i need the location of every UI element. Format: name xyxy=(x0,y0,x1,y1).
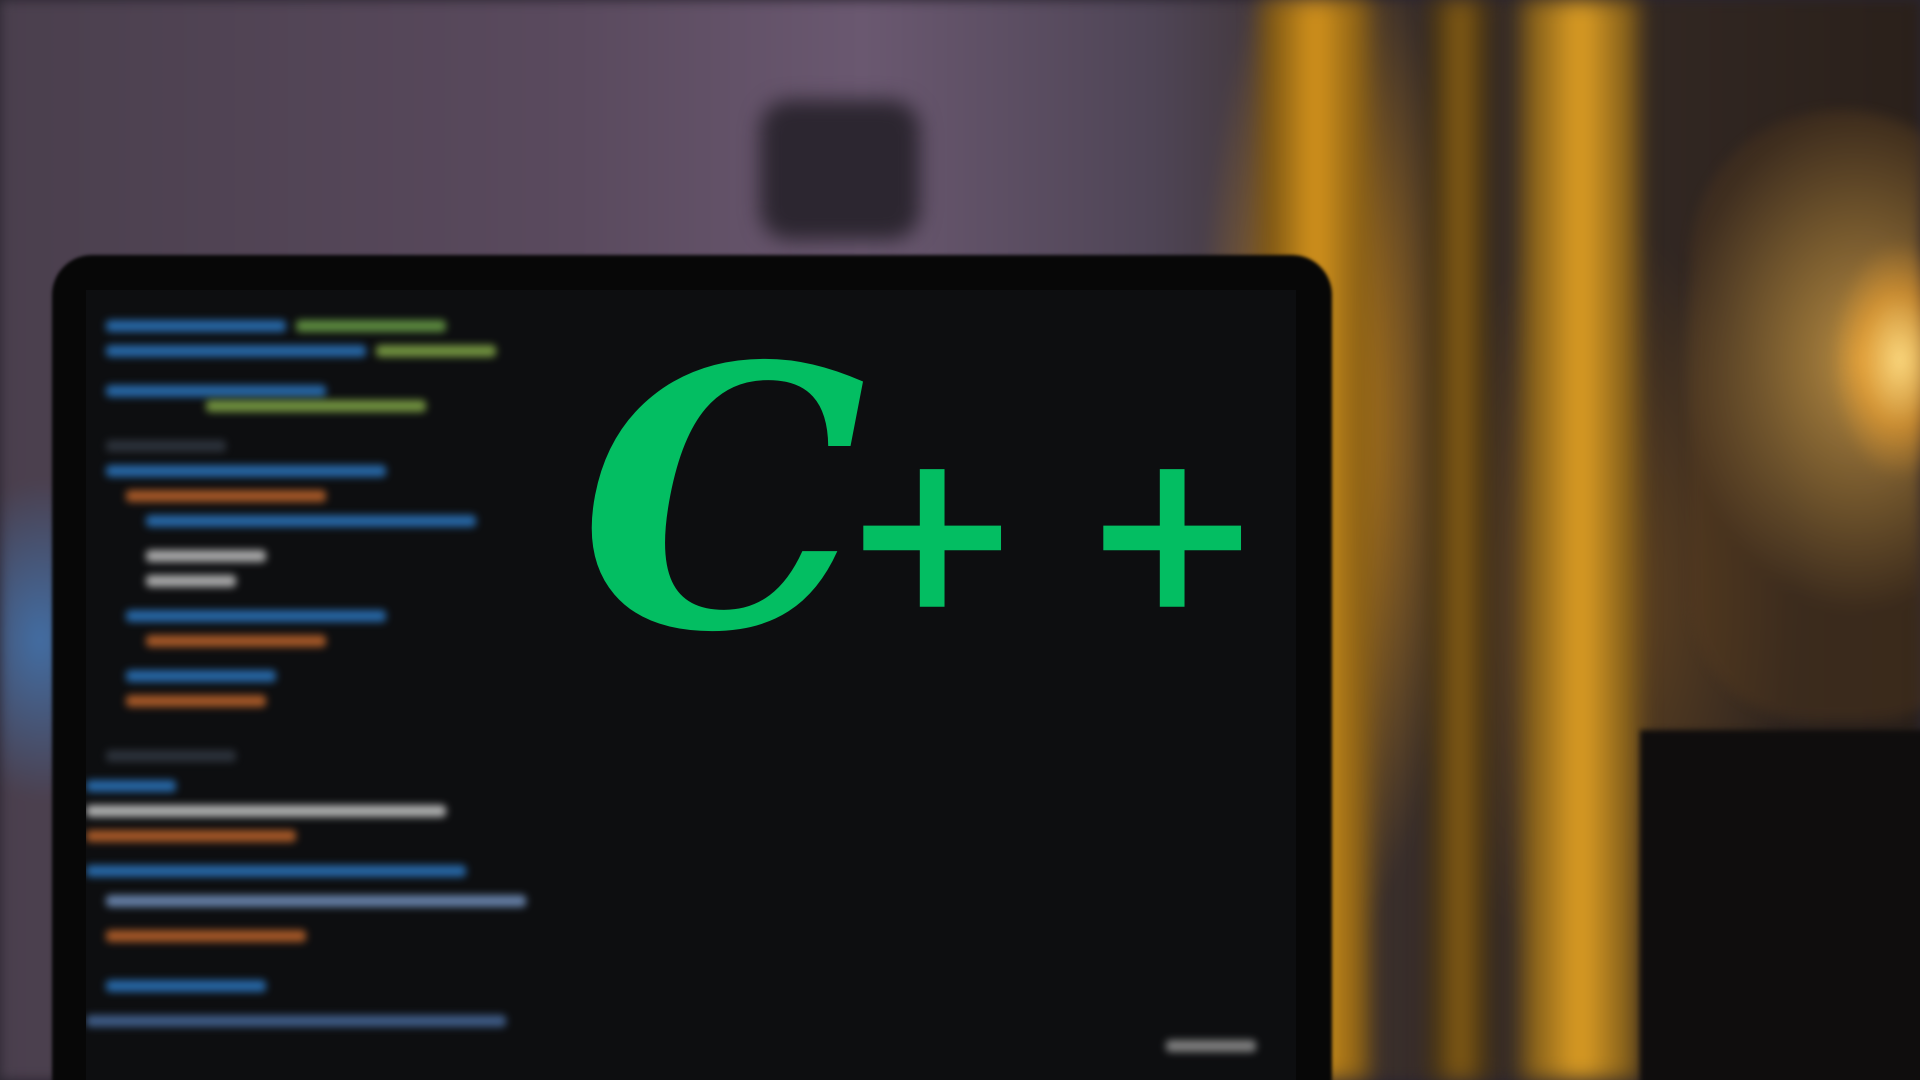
code-line xyxy=(86,805,446,817)
code-line xyxy=(106,320,286,332)
code-line xyxy=(206,400,426,412)
code-line xyxy=(86,830,296,842)
code-line xyxy=(146,550,266,562)
code-line xyxy=(106,895,526,907)
code-line xyxy=(126,670,276,682)
window-frame-shadow xyxy=(1430,0,1490,1080)
logo-letter-c: C xyxy=(580,288,867,711)
code-line xyxy=(296,320,446,332)
code-line xyxy=(106,345,366,357)
logo-plus-1: + xyxy=(840,400,1025,659)
code-line xyxy=(126,610,386,622)
code-line xyxy=(126,695,266,707)
code-line xyxy=(126,490,326,502)
background-shape xyxy=(760,100,920,240)
code-line xyxy=(1166,1040,1256,1052)
code-line xyxy=(86,780,176,792)
code-line xyxy=(106,465,386,477)
light-bulb xyxy=(1690,110,1920,720)
lamp-base xyxy=(1640,730,1920,1080)
photo-scene: C + + xyxy=(0,0,1920,1080)
code-line xyxy=(106,980,266,992)
code-line xyxy=(106,385,326,397)
code-line xyxy=(146,575,236,587)
cpp-logo: C + + xyxy=(580,320,1280,700)
code-line xyxy=(106,930,306,942)
code-line xyxy=(106,440,226,452)
window-frame-glow-right xyxy=(1520,0,1640,1080)
logo-plus-2: + xyxy=(1080,400,1265,659)
code-line xyxy=(86,865,466,877)
code-line xyxy=(146,635,326,647)
code-line xyxy=(86,1015,506,1027)
code-line xyxy=(146,515,476,527)
code-line xyxy=(106,750,236,762)
code-line xyxy=(376,345,496,357)
